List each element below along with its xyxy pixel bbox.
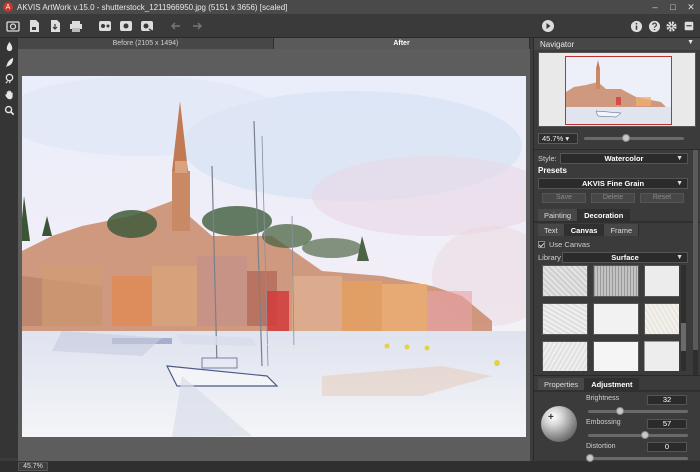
tab-canvas[interactable]: Canvas	[564, 224, 605, 236]
reset-preset-button[interactable]: Reset	[640, 193, 684, 203]
left-tool-panel	[0, 38, 18, 458]
info-icon[interactable]	[629, 17, 643, 35]
right-panel: Navigator ▼ 45.7% ▾ Style: Watercolor▼	[533, 38, 700, 462]
brightness-value[interactable]: 32	[647, 395, 687, 405]
zoom-status-value: 45.7%	[18, 462, 48, 471]
tab-frame[interactable]: Frame	[604, 224, 640, 236]
smudge-icon[interactable]	[0, 54, 18, 70]
notifications-icon[interactable]	[682, 17, 696, 35]
app-logo-icon: A	[3, 2, 13, 12]
bottom-tabs: Properties Adjustment	[538, 378, 640, 390]
embossing-label: Embossing	[586, 419, 621, 426]
decoration-subtabs: Text Canvas Frame	[538, 224, 640, 236]
collapse-caret-icon[interactable]: ▼	[687, 39, 694, 46]
navigator-preview[interactable]	[538, 52, 696, 127]
open-icon[interactable]	[4, 17, 22, 35]
redo-icon[interactable]	[188, 17, 206, 35]
export-icon[interactable]	[46, 17, 64, 35]
texture-swatch[interactable]	[593, 265, 639, 297]
share-icon[interactable]	[117, 17, 135, 35]
print-icon[interactable]	[67, 17, 85, 35]
embossing-slider[interactable]	[588, 431, 688, 439]
hand-icon[interactable]	[0, 86, 18, 102]
crosshair-icon: +	[548, 412, 554, 423]
settings-gear-icon[interactable]	[664, 17, 678, 35]
distortion-label: Distortion	[586, 443, 616, 450]
style-dropdown[interactable]: Watercolor ▼	[560, 153, 688, 164]
eraser-icon[interactable]	[0, 70, 18, 86]
close-button[interactable]: ✕	[682, 0, 700, 14]
tab-after[interactable]: After	[274, 38, 530, 49]
use-canvas-label: Use Canvas	[549, 240, 590, 249]
status-bar: 45.7%	[0, 461, 700, 472]
embossing-value[interactable]: 57	[647, 419, 687, 429]
texture-swatch[interactable]	[542, 341, 588, 371]
settings-tabs: Painting Decoration	[538, 209, 631, 221]
zoom-icon[interactable]	[0, 102, 18, 118]
texture-scrollbar[interactable]	[681, 265, 686, 371]
run-icon[interactable]	[540, 17, 556, 35]
navigator-title: Navigator	[540, 39, 575, 49]
brightness-slider[interactable]	[588, 407, 688, 415]
main-toolbar	[0, 14, 700, 38]
tab-text[interactable]: Text	[538, 224, 565, 236]
help-icon[interactable]	[647, 17, 661, 35]
tab-decoration[interactable]: Decoration	[578, 209, 631, 221]
brush-icon[interactable]	[0, 38, 18, 54]
window-title: AKVIS ArtWork v.15.0 - shutterstock_1211…	[17, 2, 288, 12]
texture-swatch[interactable]	[593, 303, 639, 335]
brightness-slider-knob[interactable]	[616, 407, 624, 415]
settings-icon[interactable]	[138, 17, 156, 35]
brightness-label: Brightness	[586, 395, 620, 402]
save-icon[interactable]	[25, 17, 43, 35]
watercolor-image	[22, 76, 526, 437]
texture-swatch[interactable]	[644, 303, 679, 335]
texture-swatch[interactable]	[542, 303, 588, 335]
maximize-button[interactable]: □	[664, 0, 682, 14]
minimize-button[interactable]: –	[646, 0, 664, 14]
zoom-slider[interactable]	[584, 133, 684, 142]
presets-title: Presets	[538, 166, 567, 175]
texture-grid	[539, 265, 679, 371]
tab-painting[interactable]: Painting	[538, 209, 579, 221]
chevron-down-icon: ▼	[676, 254, 683, 261]
distortion-value[interactable]: 0	[647, 442, 687, 452]
texture-swatch[interactable]	[644, 265, 679, 297]
zoom-row: 45.7% ▾	[538, 132, 696, 144]
navigator-viewport[interactable]	[565, 56, 672, 125]
texture-swatch[interactable]	[542, 265, 588, 297]
texture-swatch-selected[interactable]	[644, 341, 679, 371]
batch-icon[interactable]	[96, 17, 114, 35]
light-direction-sphere[interactable]: +	[541, 406, 577, 442]
view-tabs: Before (2105 x 1494) After	[18, 38, 530, 49]
distortion-slider[interactable]	[586, 454, 688, 462]
texture-swatch[interactable]	[593, 341, 639, 371]
delete-preset-button[interactable]: Delete	[591, 193, 635, 203]
tab-properties[interactable]: Properties	[538, 378, 586, 390]
tab-before[interactable]: Before (2105 x 1494)	[18, 38, 274, 49]
save-preset-button[interactable]: Save	[542, 193, 586, 203]
zoom-slider-knob[interactable]	[622, 133, 630, 142]
tab-adjustment[interactable]: Adjustment	[585, 378, 640, 390]
title-bar: A AKVIS ArtWork v.15.0 - shutterstock_12…	[0, 0, 700, 14]
image-canvas[interactable]	[18, 49, 530, 461]
navigator-header[interactable]: Navigator ▼	[534, 38, 700, 50]
library-dropdown[interactable]: Surface ▼	[562, 252, 688, 263]
chevron-down-icon: ▼	[676, 155, 683, 162]
panel-scrollbar[interactable]	[693, 150, 698, 375]
embossing-slider-knob[interactable]	[641, 431, 649, 439]
chevron-down-icon: ▼	[676, 180, 683, 187]
library-label: Library	[538, 253, 561, 262]
zoom-dropdown[interactable]: 45.7% ▾	[538, 132, 578, 144]
preset-dropdown[interactable]: AKVIS Fine Grain ▼	[538, 178, 688, 189]
use-canvas-checkbox[interactable]	[538, 241, 545, 248]
undo-icon[interactable]	[167, 17, 185, 35]
distortion-slider-knob[interactable]	[586, 454, 594, 462]
style-label: Style:	[538, 154, 557, 163]
